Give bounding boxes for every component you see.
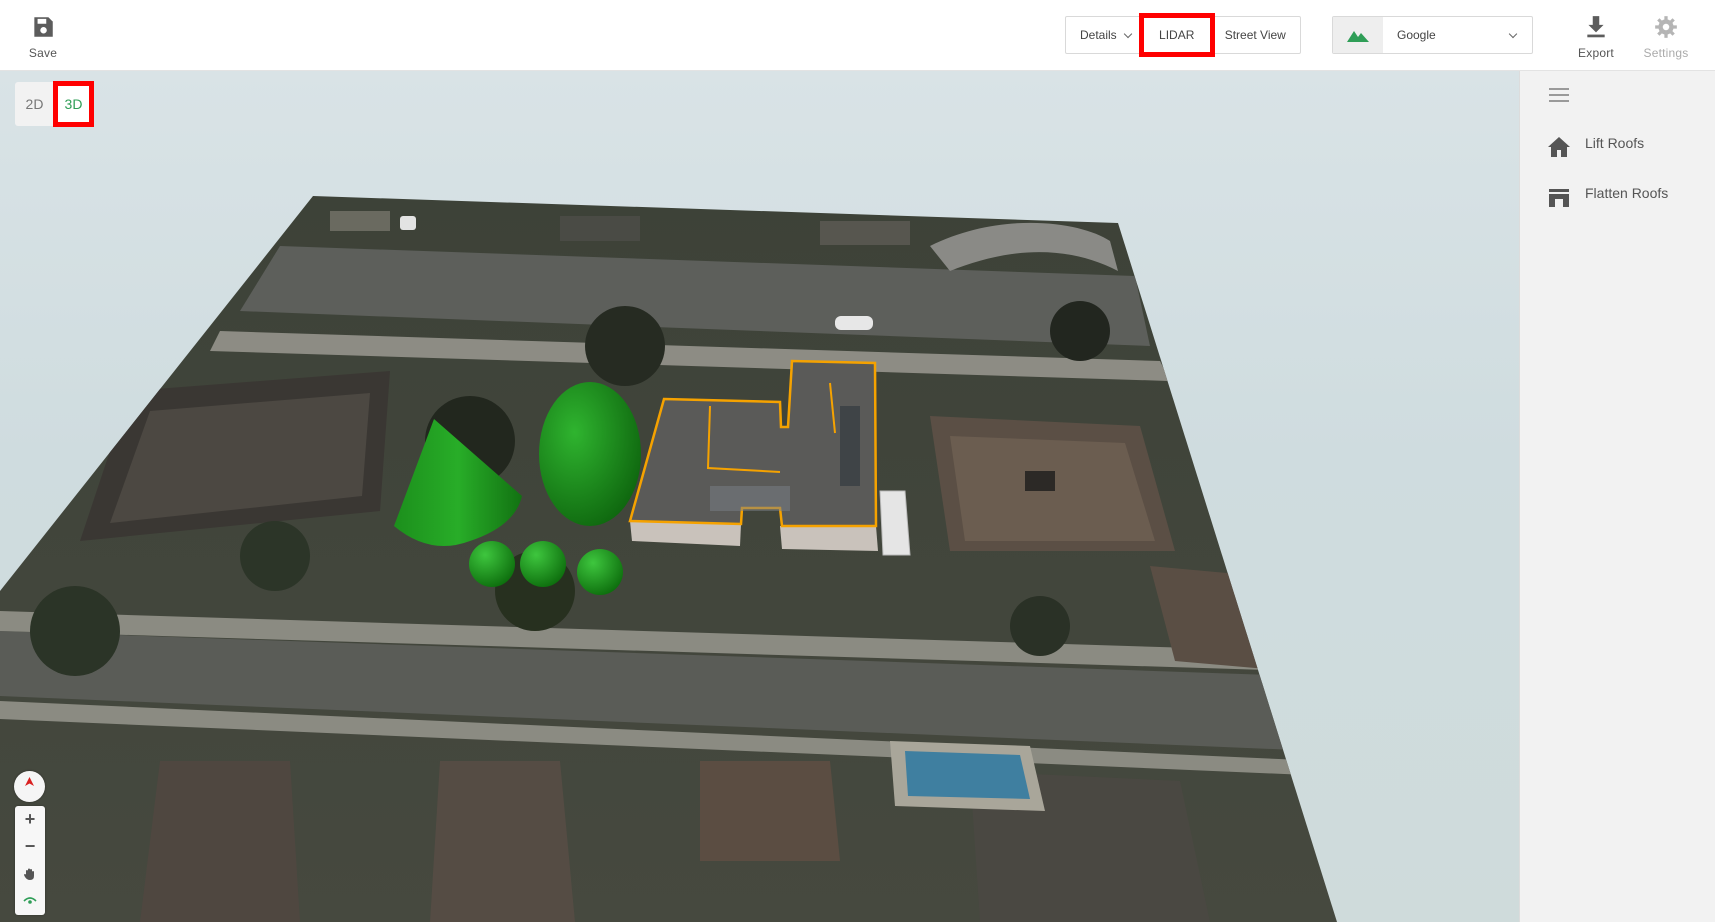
- home-icon: [1548, 137, 1570, 157]
- zoom-out-button[interactable]: −: [15, 833, 45, 860]
- settings-label: Settings: [1643, 46, 1689, 60]
- compass-needle-icon: [25, 777, 34, 786]
- save-icon: [34, 17, 53, 37]
- hand-icon: [24, 868, 34, 880]
- imagery-provider-value: Google: [1383, 17, 1532, 53]
- sidebar-item-label: Flatten Roofs: [1585, 185, 1669, 201]
- sphere-tree-2[interactable]: [520, 541, 566, 587]
- view-mode-tabs: Details LIDAR Street View: [1065, 13, 1301, 57]
- sphere-tree-1[interactable]: [469, 541, 515, 587]
- top-toolbar: Save Details LIDAR Street View Google Ex…: [0, 0, 1715, 71]
- compass-button[interactable]: [14, 771, 45, 802]
- toggle-3d-button[interactable]: 3D: [53, 81, 94, 127]
- save-label: Save: [28, 46, 58, 60]
- export-label: Export: [1578, 46, 1614, 60]
- sidebar-item-flatten-roofs[interactable]: Flatten Roofs: [1547, 185, 1668, 209]
- right-sidebar: Lift Roofs Flatten Roofs: [1519, 71, 1715, 922]
- sidebar-item-label: Lift Roofs: [1585, 135, 1645, 151]
- tab-street-view[interactable]: Street View: [1211, 17, 1300, 53]
- sidebar-item-lift-roofs[interactable]: Lift Roofs: [1547, 135, 1644, 159]
- view-toggle-button[interactable]: [15, 887, 45, 914]
- imagery-provider-thumbnail: [1333, 17, 1383, 53]
- dimension-toggle: 2D 3D: [15, 81, 94, 127]
- ellipsoid-tree[interactable]: [539, 382, 641, 526]
- imagery-provider-select[interactable]: Google: [1332, 16, 1533, 54]
- zoom-in-button[interactable]: +: [15, 806, 45, 833]
- mountain-icon: [1347, 31, 1369, 42]
- satellite-3d-scene[interactable]: [0, 71, 1519, 922]
- flatten-roof-icon: [1549, 189, 1569, 207]
- download-icon: [1587, 16, 1605, 38]
- export-button[interactable]: Export: [1568, 14, 1624, 60]
- map-viewport[interactable]: 2D 3D + −: [0, 71, 1519, 922]
- eye-icon: [23, 896, 37, 904]
- save-button[interactable]: Save: [15, 14, 71, 60]
- pan-button[interactable]: [15, 860, 45, 887]
- gear-icon: [1655, 16, 1677, 38]
- settings-button[interactable]: Settings: [1638, 14, 1694, 60]
- map-nav-controls: + −: [15, 806, 45, 915]
- sphere-tree-3[interactable]: [577, 549, 623, 595]
- toggle-2d-button[interactable]: 2D: [15, 82, 54, 126]
- tab-lidar[interactable]: LIDAR: [1138, 13, 1215, 57]
- menu-icon[interactable]: [1549, 88, 1569, 104]
- tab-details[interactable]: Details: [1066, 17, 1143, 53]
